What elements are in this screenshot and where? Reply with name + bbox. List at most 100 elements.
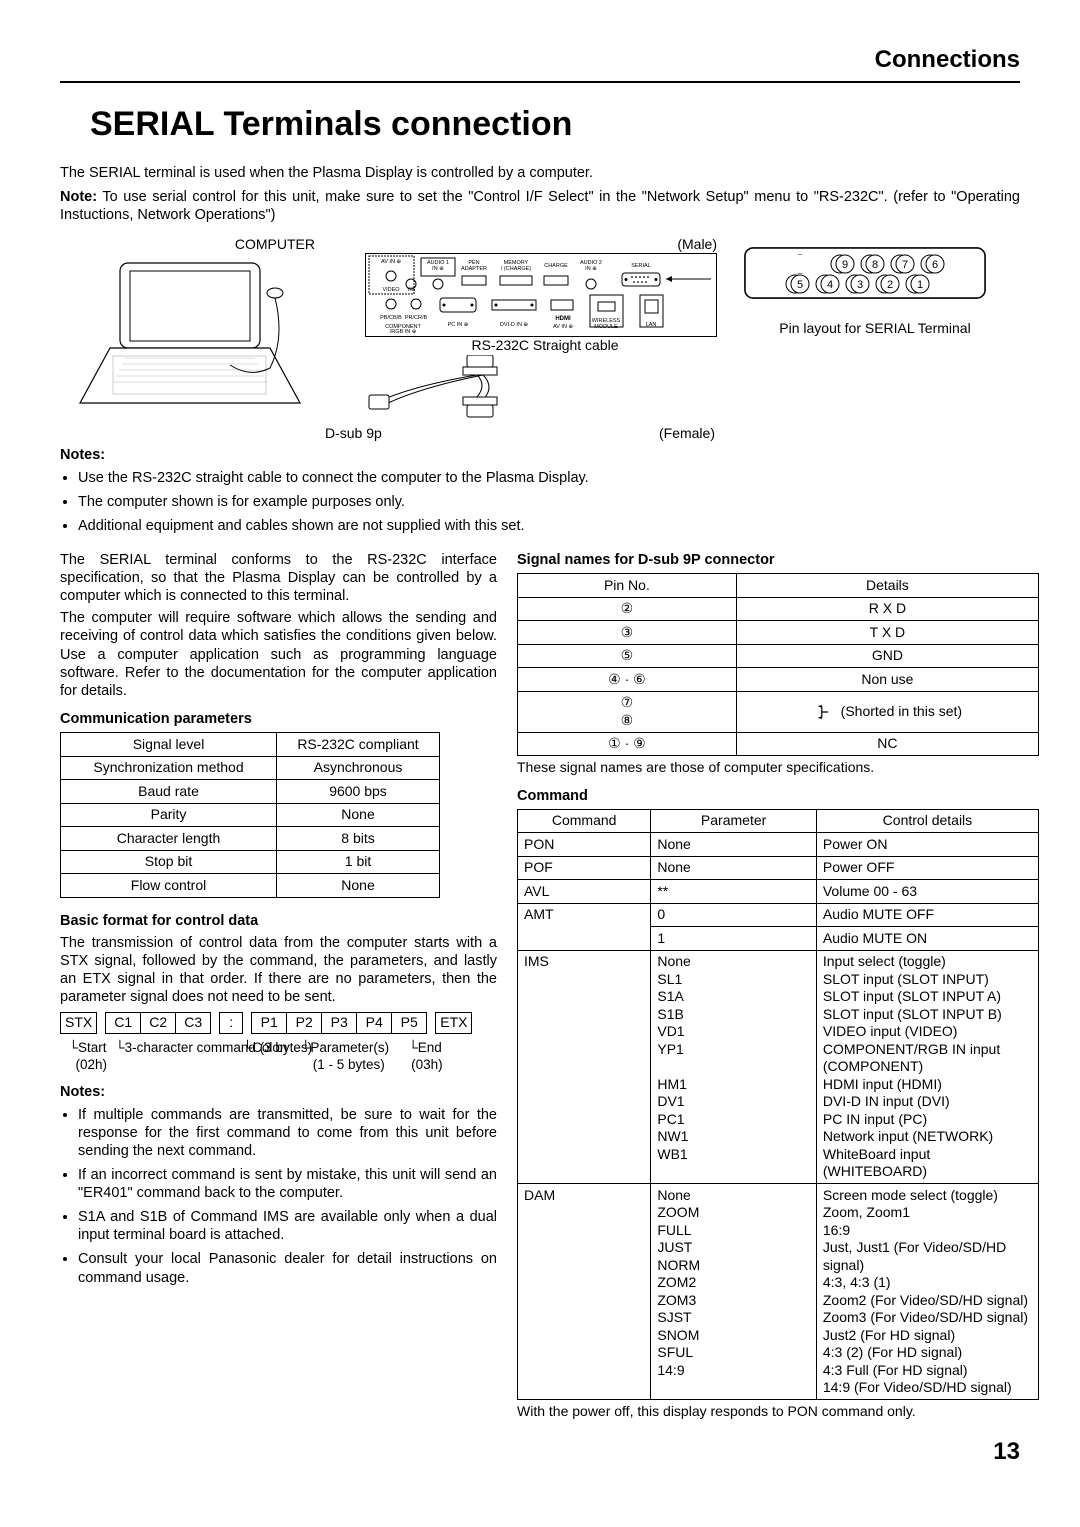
byte-c1: C1 [105,1012,141,1034]
svg-text:DVI-D IN ⊕: DVI-D IN ⊕ [500,322,529,328]
comm-cell: Parity [61,803,277,827]
connection-note: The computer shown is for example purpos… [78,493,1020,511]
byte-colon: : [219,1012,243,1034]
svg-text:PC IN ⊕: PC IN ⊕ [448,322,469,328]
cmd-param-cell: 0 [651,903,817,927]
pin-number-cell: ③ [518,621,737,645]
svg-text:/RGB IN ⊕: /RGB IN ⊕ [390,329,417,335]
cmd-param-cell: ** [651,880,817,904]
page-number: 13 [60,1437,1020,1467]
comm-cell: 8 bits [277,827,440,851]
svg-text:2: 2 [887,279,893,291]
svg-text:IN ⊕: IN ⊕ [585,266,597,272]
connection-notes-list: Use the RS-232C straight cable to connec… [60,469,1020,535]
cable-illustration [365,355,595,425]
male-label: (Male) [365,236,717,254]
comm-cell: Character length [61,827,277,851]
lbl-end-hex: (03h) [411,1057,443,1072]
female-label: (Female) [659,425,715,443]
cmd-detail-cell: Screen mode select (toggle) Zoom, Zoom1 … [816,1184,1038,1400]
cmd-name-cell: PON [518,833,651,857]
dsub-label: D-sub 9p [325,425,382,443]
intro-note: Note: To use serial control for this uni… [60,188,1020,224]
svg-text:LAN: LAN [646,322,657,328]
byte-c3: C3 [176,1012,211,1034]
byte-c2: C2 [141,1012,176,1034]
serial-para1: The SERIAL terminal conforms to the RS-2… [60,551,497,605]
svg-text:IN ⊕: IN ⊕ [432,266,444,272]
svg-text:1: 1 [917,279,923,291]
pin-detail-cell: GND [736,644,1038,668]
command-footnote: With the power off, this display respond… [517,1403,1039,1421]
pin-detail-cell: R X D [736,597,1038,621]
svg-text:AV IN ⊕: AV IN ⊕ [553,324,573,330]
cmd-row: PONNonePower ON [518,833,1039,857]
comm-params-table: Signal levelRS-232C compliantSynchroniza… [60,732,440,898]
pins-row: ④ · ⑥Non use [518,668,1039,692]
svg-text:PB/CB/B: PB/CB/B [380,315,402,321]
note-body: To use serial control for this unit, mak… [60,189,1020,223]
svg-text:3: 3 [857,279,863,291]
cmd-detail-cell: Power ON [816,833,1038,857]
pin-number-cell: ⑦ ⑧ [518,691,737,732]
byte-p1: P1 [251,1012,287,1034]
byte-stx: STX [60,1012,97,1034]
pins-header-cell: Pin No. [518,574,737,598]
comm-cell: Baud rate [61,780,277,804]
comm-cell: Signal level [61,733,277,757]
format-note: If multiple commands are transmitted, be… [78,1106,497,1160]
cmd-detail-cell: Input select (toggle) SLOT input (SLOT I… [816,950,1038,1184]
comm-cell: 1 bit [277,850,440,874]
format-note: Consult your local Panasonic dealer for … [78,1250,497,1286]
lbl-params-bytes: (1 - 5 bytes) [313,1057,385,1072]
pins-table: Pin No.Details②R X D③T X D⑤GND④ · ⑥Non u… [517,573,1039,756]
pins-footnote: These signal names are those of computer… [517,759,1039,777]
section-header: Connections [60,45,1020,75]
format-heading: Basic format for control data [60,912,497,930]
cmd-detail-cell: Audio MUTE ON [816,927,1038,951]
cmd-param-cell: 1 [651,927,817,951]
cmd-name-cell: AMT [518,903,651,950]
pins-row: ⑦ ⑧ (Shorted in this set) [518,691,1039,732]
svg-text:SERIAL: SERIAL [631,263,651,269]
pin-number-cell: ④ · ⑥ [518,668,737,692]
cmd-detail-cell: Audio MUTE OFF [816,903,1038,927]
pin-number-cell: ⑤ [518,644,737,668]
pins-heading: Signal names for D-sub 9P connector [517,551,1039,569]
pins-row: ③T X D [518,621,1039,645]
lbl-params: Parameter(s) [310,1040,389,1055]
svg-text:5: 5 [797,279,803,291]
svg-text:MODULE: MODULE [594,324,618,330]
cmd-detail-cell: Power OFF [816,856,1038,880]
format-notes-list: If multiple commands are transmitted, be… [60,1106,497,1287]
byte-p4: P4 [357,1012,392,1034]
page-title: SERIAL Terminals connection [90,103,1020,146]
pin-number-cell: ② [518,597,737,621]
command-table: CommandParameterControl detailsPONNonePo… [517,809,1039,1401]
svg-text:HDMI: HDMI [555,316,571,322]
pins-row: ① · ⑨NC [518,732,1039,756]
bytes-diagram: STX C1 C2 C3 : P1 P2 P3 P4 P5 ETX └ [60,1012,497,1073]
connection-notes-heading: Notes: [60,446,1020,464]
lbl-start-hex: (02h) [76,1057,108,1072]
cmd-param-cell: None [651,856,817,880]
svg-text:AV IN ⊕: AV IN ⊕ [381,259,401,265]
comm-cell: Flow control [61,874,277,898]
svg-text:ADAPTER: ADAPTER [461,266,487,272]
comm-row: Flow controlNone [61,874,440,898]
svg-text:/ (CHARGE): / (CHARGE) [501,266,531,272]
format-para: The transmission of control data from th… [60,934,497,1007]
intro-line: The SERIAL terminal is used when the Pla… [60,164,1020,182]
byte-p2: P2 [287,1012,322,1034]
comm-cell: 9600 bps [277,780,440,804]
comm-row: Synchronization methodAsynchronous [61,756,440,780]
cmd-row: AMT0Audio MUTE OFF [518,903,1039,927]
svg-text:9: 9 [842,259,848,271]
comm-cell: None [277,803,440,827]
cmd-row: AVL**Volume 00 - 63 [518,880,1039,904]
pin-detail-cell: Non use [736,668,1038,692]
comm-params-heading: Communication parameters [60,710,497,728]
lbl-start: Start [78,1040,107,1055]
cmd-detail-cell: Volume 00 - 63 [816,880,1038,904]
cmd-param-cell: None ZOOM FULL JUST NORM ZOM2 ZOM3 SJST … [651,1184,817,1400]
